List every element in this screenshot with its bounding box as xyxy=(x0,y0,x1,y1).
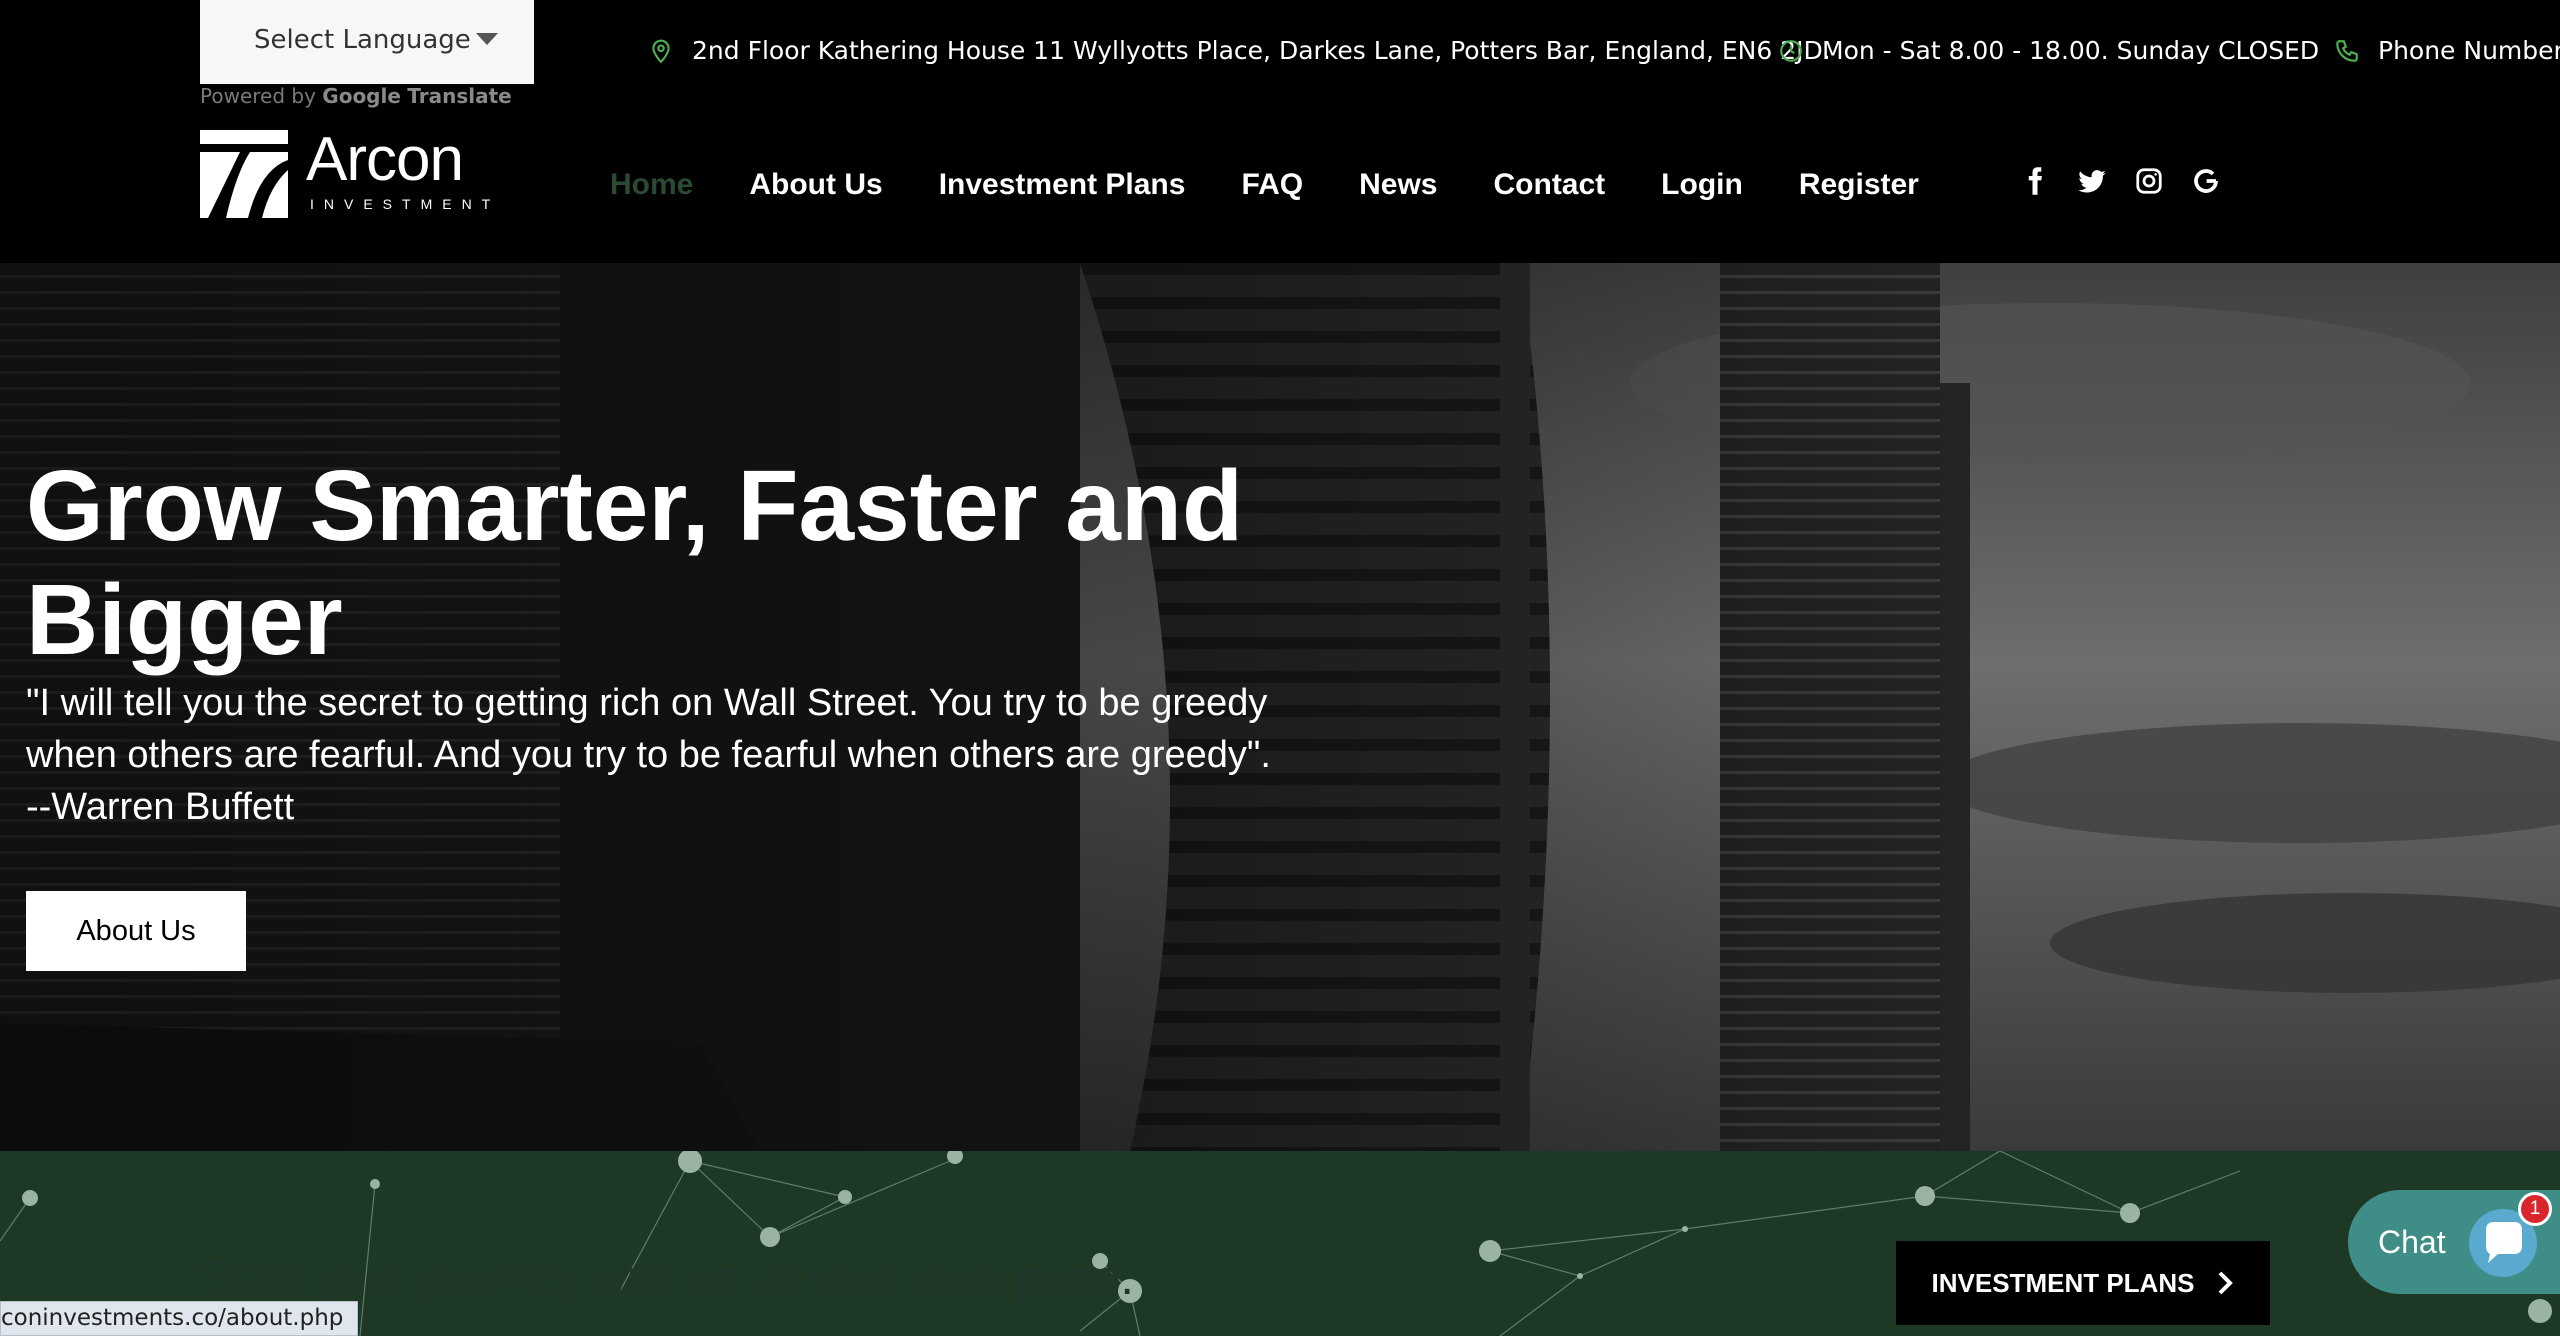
hero-section: Grow Smarter, Faster and Bigger "I will … xyxy=(0,263,2560,1151)
chat-notification-badge: 1 xyxy=(2518,1192,2552,1226)
facebook-icon[interactable] xyxy=(2020,166,2050,196)
nav-contact[interactable]: Contact xyxy=(1494,168,1606,202)
arcon-logo-mark xyxy=(200,130,288,218)
topbar-address: 2nd Floor Kathering House 11 Wyllyotts P… xyxy=(648,36,1831,65)
logo-name: Arcon xyxy=(306,125,464,194)
nav-faq[interactable]: FAQ xyxy=(1241,168,1303,202)
nav-home[interactable]: Home xyxy=(610,168,693,202)
nav-investment-plans[interactable]: Investment Plans xyxy=(939,168,1186,202)
link-status-url: coninvestments.co/about.php xyxy=(0,1301,359,1336)
twitter-icon[interactable] xyxy=(2077,166,2107,196)
chevron-right-icon xyxy=(2219,1271,2234,1295)
main-nav: Home About Us Investment Plans FAQ News … xyxy=(610,168,1919,202)
site-logo[interactable]: Arcon INVESTMENT xyxy=(200,125,490,218)
investment-plans-button[interactable]: INVESTMENT PLANS xyxy=(1896,1241,2270,1325)
powered-by-google-translate: Powered by Google Translate xyxy=(200,84,512,108)
social-links xyxy=(2020,166,2221,196)
site-header: Select Language Powered by Google Transl… xyxy=(0,0,2560,263)
google-label: Google xyxy=(322,84,401,108)
nav-about-us[interactable]: About Us xyxy=(749,168,882,202)
google-icon[interactable] xyxy=(2191,166,2221,196)
cta-band: Start your journey with us at your own p… xyxy=(0,1151,2560,1336)
translate-link[interactable]: Translate xyxy=(407,84,511,108)
chevron-down-icon xyxy=(476,33,498,45)
topbar-hours: Mon - Sat 8.00 - 18.00. Sunday CLOSED xyxy=(1778,36,2319,65)
language-select-label: Select Language xyxy=(254,25,471,55)
phone-icon xyxy=(2336,39,2358,62)
cta-text: Start your journey with us at your own p… xyxy=(200,1252,1134,1305)
hero-title: Grow Smarter, Faster and Bigger xyxy=(26,450,1244,676)
address-text: 2nd Floor Kathering House 11 Wyllyotts P… xyxy=(692,36,1831,65)
powered-by-label: Powered by xyxy=(200,84,316,108)
topbar-phone[interactable]: Phone Number xyxy=(2334,36,2560,65)
investment-plans-button-label: INVESTMENT PLANS xyxy=(1931,1267,2195,1298)
language-select[interactable]: Select Language xyxy=(200,0,534,84)
clock-icon xyxy=(1780,39,1802,62)
instagram-icon[interactable] xyxy=(2134,166,2164,196)
hours-text: Mon - Sat 8.00 - 18.00. Sunday CLOSED xyxy=(1822,36,2320,65)
map-pin-icon xyxy=(652,39,670,63)
hero-quote: "I will tell you the secret to getting r… xyxy=(26,682,1271,828)
phone-text: Phone Number xyxy=(2378,36,2560,65)
nav-news[interactable]: News xyxy=(1359,168,1437,202)
chat-widget[interactable]: Chat 1 xyxy=(2348,1190,2560,1294)
chat-label: Chat xyxy=(2378,1224,2446,1260)
nav-login[interactable]: Login xyxy=(1661,168,1743,202)
nav-register[interactable]: Register xyxy=(1799,168,1919,202)
about-us-button[interactable]: About Us xyxy=(26,891,246,971)
logo-tagline: INVESTMENT xyxy=(310,196,501,212)
